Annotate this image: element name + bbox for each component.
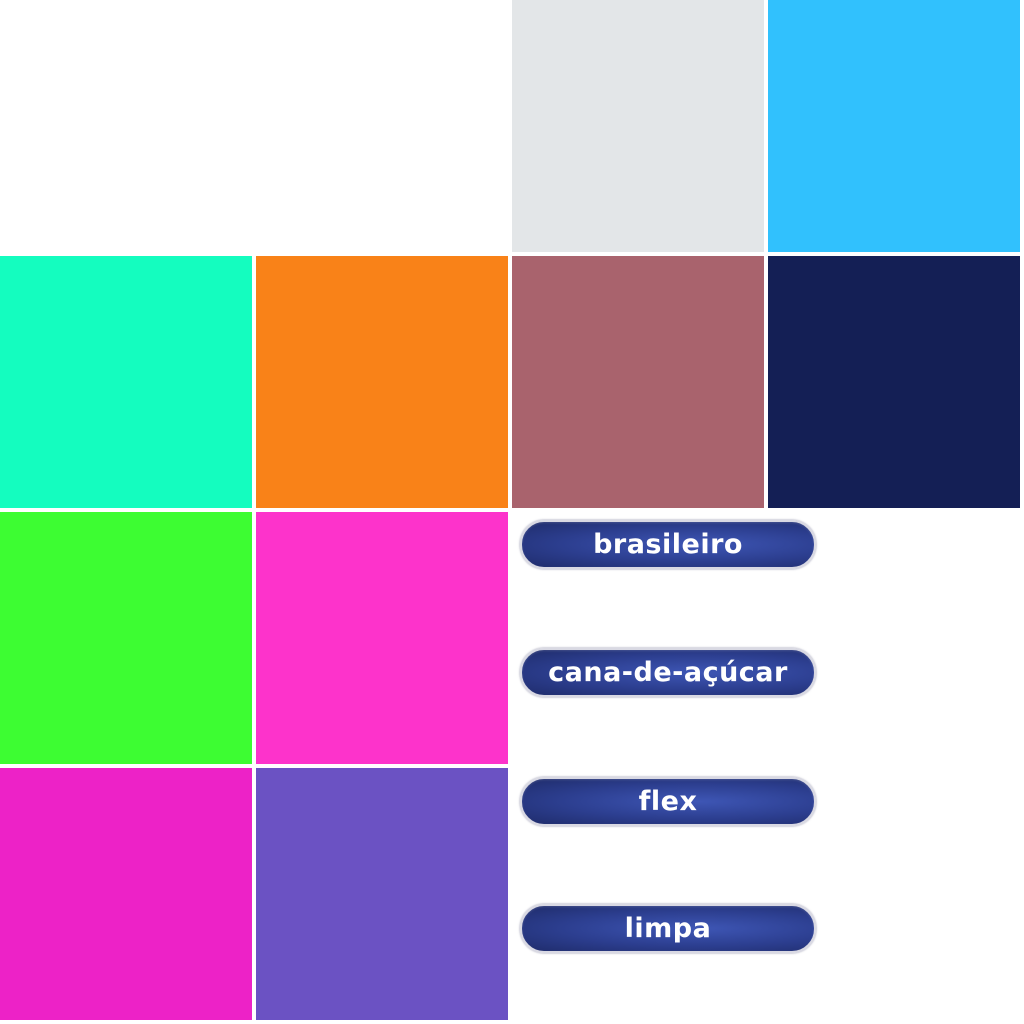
swatch-aqua-green [0,256,252,508]
swatch-orange [256,256,508,508]
tag-flex[interactable]: flex [520,777,816,826]
tag-brasileiro[interactable]: brasileiro [520,520,816,569]
palette-board: brasileiro cana-de-açúcar flex limpa [0,0,1024,1024]
swatch-navy [768,256,1020,508]
swatch-light-gray [512,0,764,252]
swatch-hot-pink [256,512,508,764]
swatch-purple [256,768,508,1020]
tag-cana-de-acucar[interactable]: cana-de-açúcar [520,648,816,697]
swatch-white [0,0,508,252]
swatch-dusty-rose [512,256,764,508]
swatch-magenta [0,768,252,1020]
swatch-sky-blue [768,0,1020,252]
swatch-lime-green [0,512,252,764]
tag-limpa[interactable]: limpa [520,904,816,953]
